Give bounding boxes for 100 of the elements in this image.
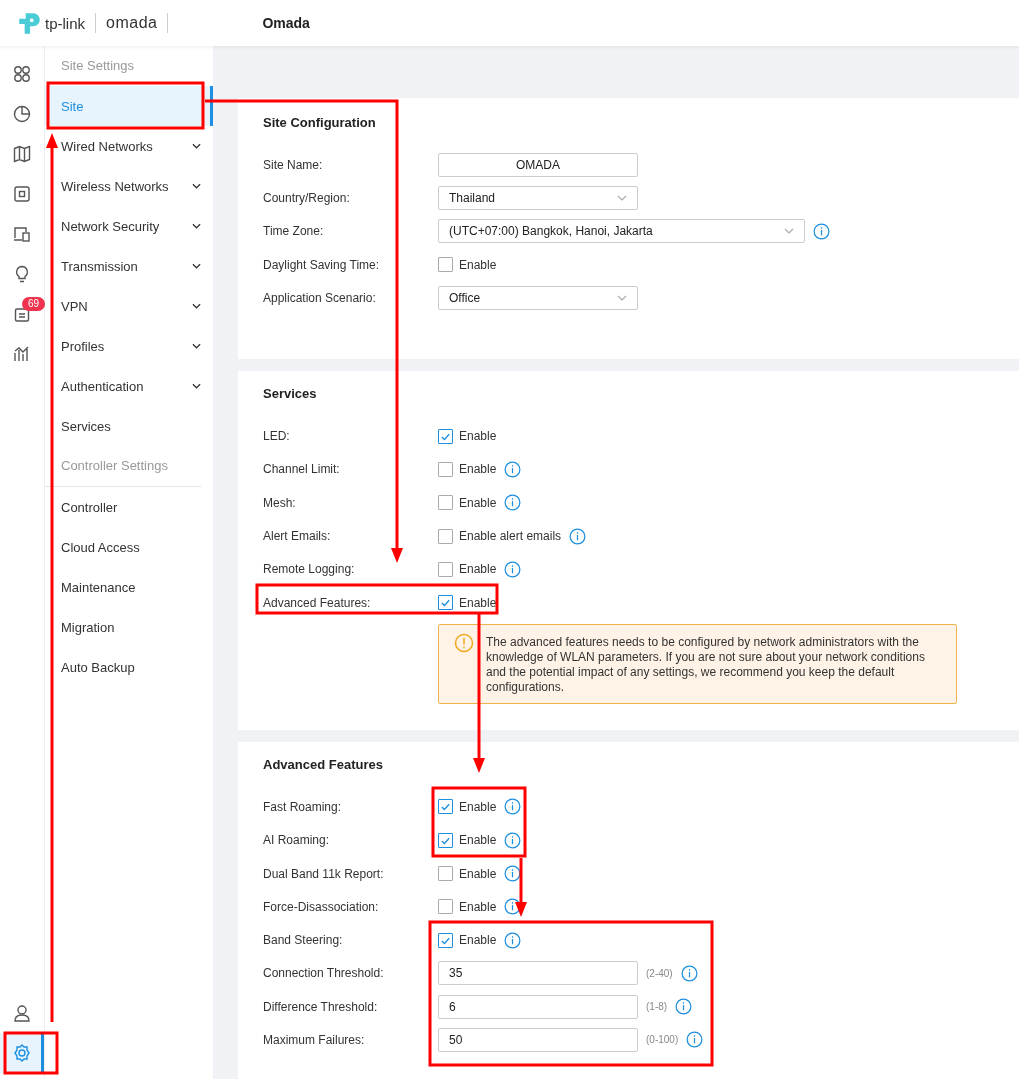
dashboard-icon	[12, 64, 32, 84]
section-title: Advanced Features	[263, 757, 384, 774]
info-icon[interactable]	[504, 865, 522, 882]
checkbox[interactable]	[438, 495, 453, 511]
chevron-icon	[617, 294, 627, 301]
chevron-icon	[192, 343, 201, 349]
sidebar-item[interactable]: Auto Backup	[45, 647, 213, 687]
checkbox-label[interactable]: Enable	[459, 462, 497, 477]
field-label: AI Roaming:	[263, 833, 331, 848]
field-label: Band Steering:	[263, 933, 344, 948]
checkbox[interactable]	[438, 866, 453, 881]
dropdown[interactable]: Thailand	[438, 185, 638, 210]
field-label: Time Zone:	[263, 224, 325, 239]
section-title: Services	[263, 386, 318, 403]
field-label: Country/Region:	[263, 190, 351, 205]
site-name-field[interactable]: OMADA	[438, 152, 638, 177]
field-label: Application Scenario:	[263, 290, 377, 305]
chevron-icon	[192, 143, 201, 149]
logs-nav-button[interactable]: 69	[0, 294, 44, 334]
chevron-icon	[192, 183, 201, 189]
field-label: Site Name:	[263, 157, 324, 172]
sidebar-item[interactable]: Transmission	[45, 246, 213, 286]
checkbox-label[interactable]: Enable	[459, 899, 497, 914]
field-label: Difference Threshold:	[263, 999, 379, 1014]
info-icon[interactable]	[504, 560, 522, 578]
checkbox-label[interactable]: Enable	[459, 799, 497, 814]
sidebar-item[interactable]: Cloud Access	[45, 527, 213, 567]
checkbox-label[interactable]: Enable alert emails	[459, 529, 562, 543]
sidebar-item[interactable]: Migration	[45, 607, 213, 647]
sidebar-item[interactable]: Wired Networks	[45, 126, 213, 166]
info-icon[interactable]	[504, 831, 522, 849]
checkbox-label[interactable]: Enable	[459, 933, 497, 948]
checkbox-label[interactable]: Enable	[459, 562, 497, 577]
info-icon[interactable]	[504, 798, 522, 816]
check-icon	[440, 801, 451, 813]
product-name: omada	[106, 14, 158, 32]
field-label: Force-Disassociation:	[263, 899, 380, 914]
annotation-arrow	[515, 858, 527, 917]
field-label: Mesh:	[263, 495, 297, 510]
checkbox[interactable]	[438, 257, 453, 273]
statistics-icon	[12, 104, 32, 124]
dropdown[interactable]: Office	[438, 285, 638, 310]
field-label: Fast Roaming:	[263, 799, 343, 814]
warning-text: The advanced features needs to be configured by network administrators with the knowledge of WLAN parameters. If you are not sure about your network conditions and the potential impact of any settings, we recommend you keep the default configurations.	[486, 635, 926, 696]
checkbox[interactable]	[438, 595, 453, 611]
warning-icon	[454, 633, 474, 654]
range-hint: (0-100)	[646, 1034, 679, 1046]
info-icon[interactable]	[569, 527, 587, 545]
sidebar-heading: Controller Settings	[45, 446, 201, 487]
chevron-icon	[784, 228, 794, 235]
number-field[interactable]: 50	[438, 1028, 638, 1052]
info-icon[interactable]	[813, 222, 830, 240]
number-field[interactable]: 35	[438, 961, 638, 986]
range-hint: (2-40)	[646, 967, 673, 979]
checkbox-label[interactable]: Enable	[459, 833, 497, 848]
devices-icon	[12, 184, 32, 204]
sidebar-item[interactable]: Authentication	[45, 366, 213, 406]
info-icon[interactable]	[504, 931, 522, 949]
field-label: Channel Limit:	[263, 462, 341, 477]
sidebar-item[interactable]: Wireless Networks	[45, 166, 213, 206]
info-icon[interactable]	[504, 898, 522, 916]
checkbox-label[interactable]: Enable	[459, 257, 497, 272]
brand-name: tp-link	[45, 14, 85, 32]
checkbox-label[interactable]: Enable	[459, 429, 497, 444]
checkbox[interactable]	[438, 832, 453, 848]
clients-icon	[12, 224, 32, 244]
checkbox[interactable]	[438, 799, 453, 815]
sidebar-item[interactable]: Network Security	[45, 206, 213, 246]
person-icon	[12, 1003, 32, 1023]
sidebar-item[interactable]: Profiles	[45, 326, 213, 366]
info-icon[interactable]	[680, 964, 698, 982]
number-field[interactable]: 6	[438, 994, 638, 1019]
info-icon[interactable]	[504, 494, 522, 512]
field-label: Remote Logging:	[263, 562, 356, 577]
checkbox[interactable]	[438, 932, 453, 948]
sidebar-item[interactable]: Maintenance	[45, 567, 213, 607]
checkbox-label[interactable]: Enable	[459, 866, 497, 881]
field-label: Connection Threshold:	[263, 966, 385, 981]
field-label: Alert Emails:	[263, 529, 332, 543]
sidebar-item[interactable]: VPN	[45, 286, 213, 326]
annotation-box	[3, 1031, 59, 1075]
sidebar-item[interactable]: Controller	[45, 487, 213, 527]
checkbox[interactable]	[438, 461, 453, 477]
sidebar-item[interactable]: Services	[45, 406, 213, 446]
notification-badge: 69	[22, 297, 46, 311]
checkbox[interactable]	[438, 561, 453, 577]
info-icon[interactable]	[504, 460, 522, 478]
info-icon[interactable]	[675, 998, 693, 1016]
section-title: Site Configuration	[263, 115, 377, 131]
site-title: Omada	[262, 15, 310, 31]
dropdown[interactable]: (UTC+07:00) Bangkok, Hanoi, Jakarta	[438, 219, 805, 244]
info-icon[interactable]	[686, 1031, 704, 1049]
checkbox[interactable]	[438, 428, 453, 444]
checkbox-label[interactable]: Enable	[459, 495, 497, 510]
field-label: LED:	[263, 429, 291, 444]
field-label: Daylight Saving Time:	[263, 257, 381, 272]
logo-icon	[16, 10, 42, 36]
settings-icon	[12, 1043, 32, 1063]
checkbox[interactable]	[438, 899, 453, 915]
checkbox[interactable]	[438, 528, 453, 544]
